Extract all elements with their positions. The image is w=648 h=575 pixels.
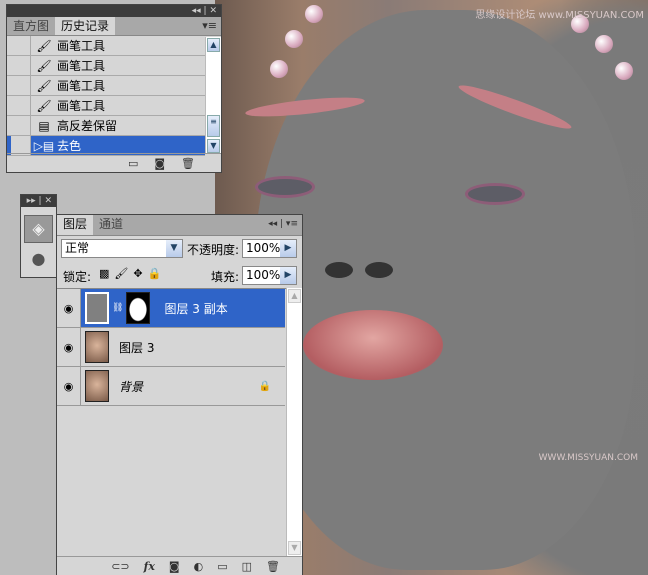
brush-icon: 🖌 xyxy=(36,78,52,93)
history-footer: ▭ ◙ 🗑 xyxy=(7,153,221,172)
layers-scrollbar[interactable]: ▲ ▼ xyxy=(286,288,302,556)
tab-layers[interactable]: 图层 xyxy=(57,215,94,235)
mask-icon[interactable]: ◙ xyxy=(169,560,180,573)
nostril xyxy=(325,262,353,278)
history-panel: ◂◂ | ✕ 直方图 历史记录 ▾≡ 🖌 画笔工具 🖌 画笔工具 🖌 画笔工具 🖌 画笔… xyxy=(6,4,222,173)
lock-all-icon[interactable]: 🔒 xyxy=(148,267,167,280)
layer-mask-thumbnail[interactable] xyxy=(126,292,151,324)
opacity-slider-icon[interactable]: ▶ xyxy=(280,240,296,257)
fill-slider-icon[interactable]: ▶ xyxy=(280,267,296,284)
history-item[interactable]: 🖌 画笔工具 xyxy=(7,76,205,96)
layer-name: 背景 xyxy=(119,379,144,394)
layer-row[interactable]: ◉ 背景 🔒 xyxy=(57,367,285,406)
brush-icon: 🖌 xyxy=(36,38,52,53)
history-item[interactable]: 🖌 画笔工具 xyxy=(7,56,205,76)
layers-panel: 图层 通道 ◂◂ | ▾≡ 正常 ▼ 不透明度: 100% ▶ 锁定: ▩🖌✥🔒 填… xyxy=(56,214,303,575)
history-list: 🖌 画笔工具 🖌 画笔工具 🖌 画笔工具 🖌 画笔工具 ▤ 高反差保留 ▷▤ 去色 xyxy=(7,36,205,156)
panel-menu-icon[interactable]: ◂◂ | ▾≡ xyxy=(268,219,298,229)
new-document-icon[interactable]: ▭ xyxy=(128,157,138,170)
scroll-up-icon[interactable]: ▲ xyxy=(288,289,301,303)
collapsed-dock: ▸▸ | ✕ ◈ ● xyxy=(20,194,57,278)
pearl xyxy=(285,30,303,48)
pearl xyxy=(305,5,323,23)
tab-history[interactable]: 历史记录 xyxy=(55,17,116,35)
dock-titlebar[interactable]: ▸▸ | ✕ xyxy=(21,195,56,207)
panel-menu-icon[interactable]: ▾≡ xyxy=(202,19,217,32)
nostril xyxy=(365,262,393,278)
chevron-down-icon: ▼ xyxy=(166,240,182,257)
watermark-top: 思缘设计论坛 www.MISSYUAN.COM xyxy=(475,10,644,21)
opacity-label: 不透明度: xyxy=(187,243,240,257)
opacity-input[interactable]: 100% ▶ xyxy=(242,239,297,258)
lips xyxy=(303,310,443,380)
document-icon: ▷▤ xyxy=(33,138,55,153)
pearl xyxy=(615,62,633,80)
pearl xyxy=(270,60,288,78)
lock-label: 锁定: xyxy=(63,270,92,284)
blend-mode-select[interactable]: 正常 ▼ xyxy=(61,239,183,258)
tab-channels[interactable]: 通道 xyxy=(93,215,129,235)
camera-icon[interactable]: ◙ xyxy=(154,157,165,170)
history-titlebar[interactable]: ◂◂ | ✕ xyxy=(7,5,221,17)
scroll-down-icon[interactable]: ▼ xyxy=(207,139,220,153)
fill-input[interactable]: 100% ▶ xyxy=(242,266,297,285)
mask-link-icon[interactable]: ⛓ xyxy=(112,303,123,313)
trash-icon[interactable]: 🗑 xyxy=(266,560,280,573)
history-scrollbar[interactable]: ▲ ≡ ▼ xyxy=(205,37,221,154)
layer-thumbnail xyxy=(85,331,109,363)
layers-icon[interactable]: ◈ xyxy=(24,215,53,243)
lock-brush-icon[interactable]: 🖌 xyxy=(114,267,133,280)
new-layer-icon[interactable]: ◫ xyxy=(242,560,252,573)
trash-icon[interactable]: 🗑 xyxy=(181,157,195,170)
layer-row[interactable]: ◉ ⛓ 图层 3 副本 xyxy=(57,289,285,328)
tab-histogram[interactable]: 直方图 xyxy=(7,17,55,35)
fx-icon[interactable]: fx xyxy=(144,560,155,573)
layers-list: ◉ ⛓ 图层 3 副本 ◉ 图层 3 ◉ 背景 🔒 xyxy=(57,288,286,556)
history-item[interactable]: ▤ 高反差保留 xyxy=(7,116,205,136)
watermark-bottom: WWW.MISSYUAN.COM xyxy=(538,453,638,463)
brush-icon: 🖌 xyxy=(36,58,52,73)
eye xyxy=(255,176,315,198)
scroll-down-icon[interactable]: ▼ xyxy=(288,541,301,555)
face xyxy=(255,10,635,570)
pearl xyxy=(595,35,613,53)
scroll-thumb[interactable]: ≡ xyxy=(207,115,220,137)
lock-move-icon[interactable]: ✥ xyxy=(133,267,147,280)
link-icon[interactable]: ⊂⊃ xyxy=(111,560,129,573)
document-icon: ▤ xyxy=(38,118,50,133)
lock-icon: 🔒 xyxy=(258,380,271,392)
visibility-eye-icon[interactable]: ◉ xyxy=(57,328,81,366)
adjustment-icon[interactable]: ◐ xyxy=(194,560,204,573)
lock-transparent-icon[interactable]: ▩ xyxy=(99,267,114,280)
history-item[interactable]: 🖌 画笔工具 xyxy=(7,96,205,116)
layers-footer: ⊂⊃ fx ◙ ◐ ▭ ◫ 🗑 xyxy=(57,556,302,575)
fill-label: 填充: xyxy=(211,270,240,284)
visibility-eye-icon[interactable]: ◉ xyxy=(57,367,81,405)
channels-icon[interactable]: ● xyxy=(24,249,53,268)
layer-row[interactable]: ◉ 图层 3 xyxy=(57,328,285,367)
group-icon[interactable]: ▭ xyxy=(217,560,227,573)
history-item[interactable]: 🖌 画笔工具 xyxy=(7,36,205,56)
eye xyxy=(465,183,525,205)
layer-thumbnail xyxy=(85,292,109,324)
layer-name: 图层 3 副本 xyxy=(164,301,228,316)
visibility-eye-icon[interactable]: ◉ xyxy=(57,289,81,327)
scroll-up-icon[interactable]: ▲ xyxy=(207,38,220,52)
layer-name: 图层 3 xyxy=(119,340,155,355)
layer-thumbnail xyxy=(85,370,109,402)
brush-icon: 🖌 xyxy=(36,98,52,113)
